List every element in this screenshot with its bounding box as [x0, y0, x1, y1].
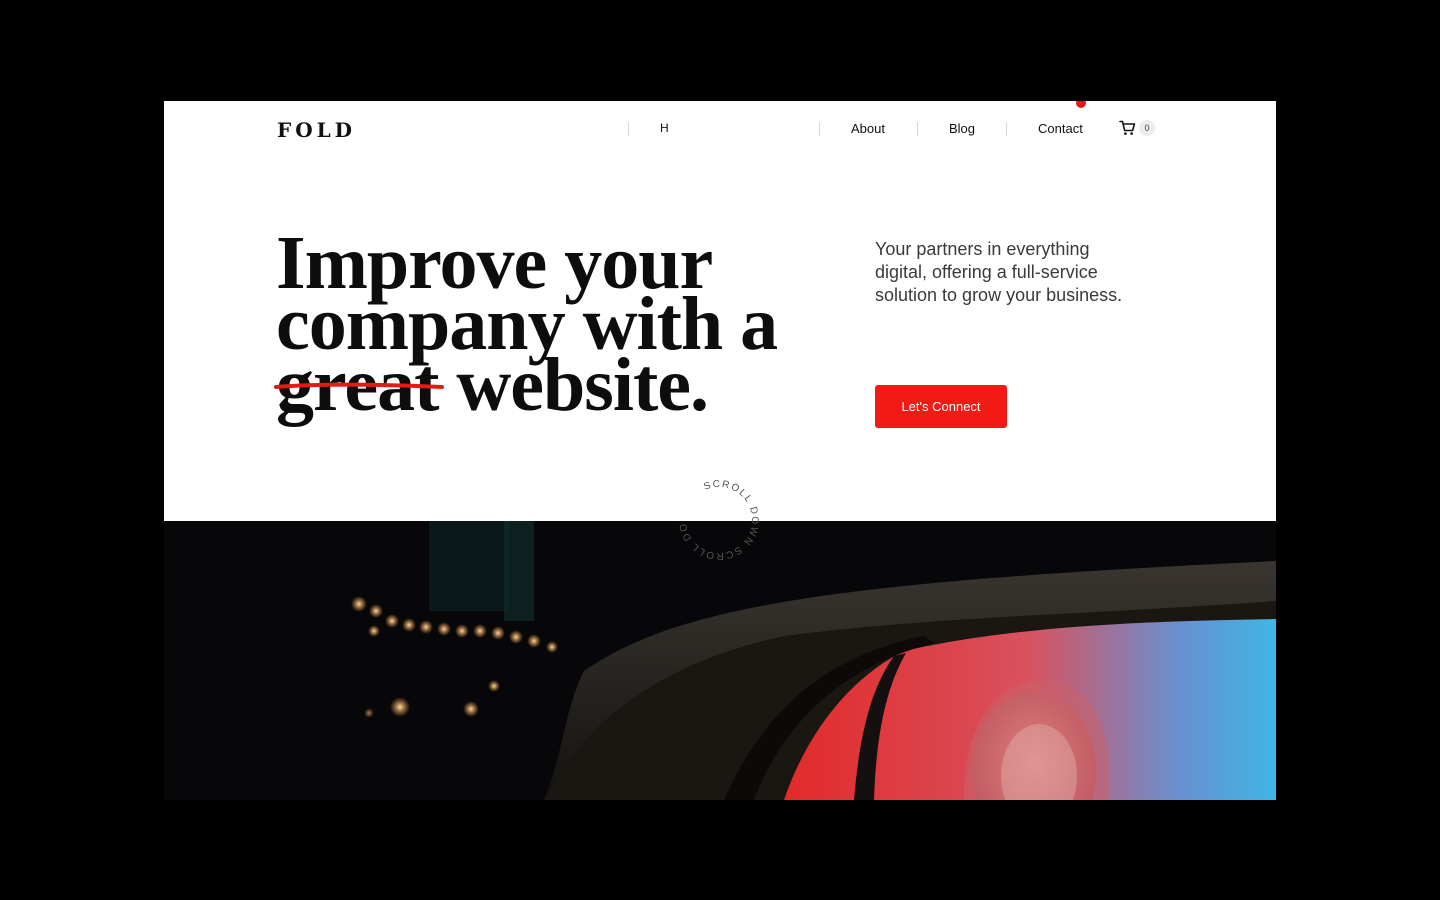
hero-headline: Improve your company with a great websit…: [274, 225, 836, 423]
cart-icon: [1119, 120, 1136, 136]
nav-divider: [1006, 122, 1007, 136]
nav-contact-link[interactable]: Contact: [1038, 121, 1083, 136]
nav-divider: [917, 122, 918, 136]
site-logo[interactable]: FOLD: [277, 118, 356, 142]
nav-about-link[interactable]: About: [851, 121, 885, 136]
nav-blog-link[interactable]: Blog: [949, 121, 975, 136]
struck-word: great: [274, 347, 444, 423]
scroll-down-badge[interactable]: SCROLL DOWN SCROLL DOWN: [670, 469, 762, 563]
site-header: FOLD H About Blog Contact 0: [164, 101, 1276, 157]
cart-button[interactable]: 0: [1119, 120, 1155, 136]
red-strikethrough-line: [274, 382, 444, 389]
hero-tagline: Your partners in everything digital, off…: [875, 239, 1123, 305]
nav-home-link[interactable]: H: [660, 121, 669, 135]
nav-divider: [628, 122, 629, 136]
cart-count-badge: 0: [1139, 120, 1155, 136]
headline-end: website.: [438, 343, 709, 427]
lets-connect-button[interactable]: Let's Connect: [875, 385, 1007, 428]
scroll-down-text: SCROLL DOWN SCROLL DOWN: [676, 477, 760, 561]
nav-divider: [819, 122, 820, 136]
page-viewport: FOLD H About Blog Contact 0 Improve your…: [164, 101, 1276, 800]
notification-dot: [1076, 101, 1086, 108]
